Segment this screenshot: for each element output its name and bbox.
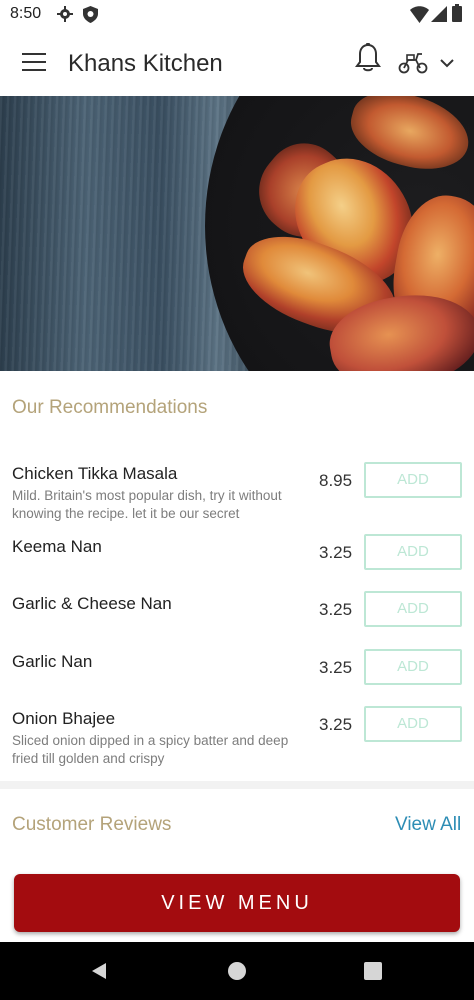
add-button[interactable]: ADD <box>364 706 462 742</box>
section-divider <box>0 781 474 789</box>
item-name: Keema Nan <box>12 537 102 556</box>
hamburger-menu-icon[interactable] <box>22 53 46 71</box>
shield-icon <box>83 6 98 23</box>
reviews-title: Customer Reviews <box>12 814 172 835</box>
add-button[interactable]: ADD <box>364 462 462 498</box>
add-button[interactable]: ADD <box>364 534 462 570</box>
item-price: 3.25 <box>319 658 353 677</box>
battery-icon <box>452 4 462 22</box>
add-button[interactable]: ADD <box>364 591 462 627</box>
item-name: Onion Bhajee <box>12 709 116 728</box>
bell-icon[interactable] <box>355 43 381 73</box>
item-price: 8.95 <box>319 471 353 490</box>
item-name: Chicken Tikka Masala <box>12 464 178 483</box>
status-bar: 8:50 <box>0 0 474 30</box>
hero-food-image <box>0 96 474 371</box>
chevron-down-icon[interactable] <box>440 58 454 68</box>
status-time: 8:50 <box>10 5 42 22</box>
view-menu-button[interactable]: VIEW MENU <box>14 874 460 932</box>
app-title: Khans Kitchen <box>68 50 223 77</box>
recent-apps-icon[interactable] <box>364 962 382 980</box>
item-price: 3.25 <box>319 543 353 562</box>
add-button[interactable]: ADD <box>364 649 462 685</box>
wifi-icon <box>410 6 429 23</box>
item-price: 3.25 <box>319 715 353 734</box>
gear-icon <box>57 6 73 22</box>
delivery-scooter-icon[interactable] <box>398 52 428 74</box>
view-all-link[interactable]: View All <box>395 814 461 836</box>
system-nav-bar <box>0 942 474 1000</box>
item-price: 3.25 <box>319 600 353 619</box>
item-description: Sliced onion dipped in a spicy batter an… <box>12 733 289 766</box>
item-name: Garlic Nan <box>12 652 93 671</box>
item-name: Garlic & Cheese Nan <box>12 594 172 613</box>
home-icon[interactable] <box>228 962 246 980</box>
app-bar: Khans Kitchen <box>0 30 474 96</box>
item-description: Mild. Britain's most popular dish, try i… <box>12 488 282 521</box>
recommendations-title: Our Recommendations <box>12 397 208 418</box>
back-icon[interactable] <box>90 962 108 980</box>
signal-icon <box>431 6 447 22</box>
